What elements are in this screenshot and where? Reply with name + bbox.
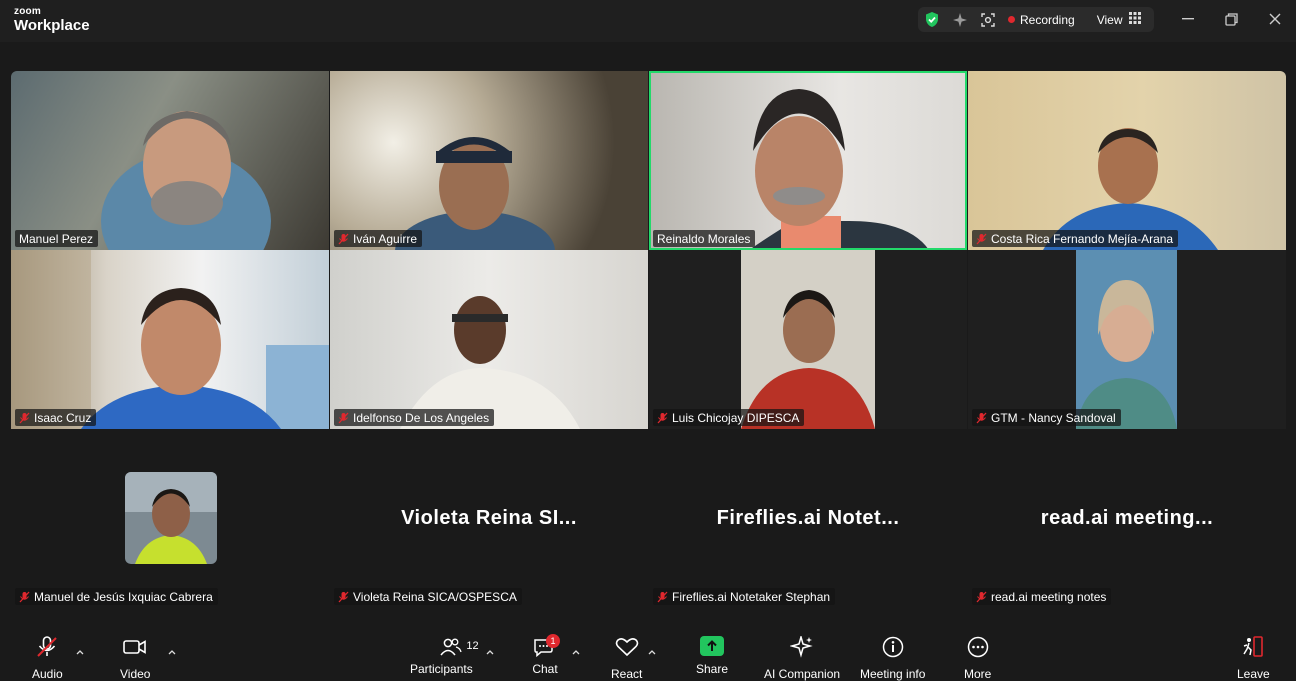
brand-top: zoom [14, 6, 41, 17]
video-gallery: Manuel Perez Iván Aguirre Reinaldo Moral… [0, 42, 1296, 628]
video-options-chevron-up-icon[interactable] [168, 642, 176, 660]
participant-name-tag: Iván Aguirre [334, 230, 423, 247]
shield-check-icon[interactable] [918, 7, 946, 32]
minimize-icon[interactable] [1174, 8, 1202, 30]
chat-unread-badge: 1 [546, 634, 560, 648]
participants-options-chevron-up-icon[interactable] [486, 642, 494, 660]
heart-icon [614, 636, 640, 663]
video-tile[interactable]: Fireflies.ai Notet... Fireflies.ai Notet… [649, 429, 967, 608]
participant-name-tag: Idelfonso De Los Angeles [334, 409, 495, 426]
participant-name-tag: Isaac Cruz [15, 409, 97, 426]
participant-video [1076, 250, 1177, 429]
participant-name-tag: GTM - Nancy Sandoval [972, 409, 1121, 426]
meeting-info-button[interactable]: Meeting info [860, 636, 925, 681]
avatar [125, 472, 217, 564]
restore-icon[interactable] [1217, 8, 1245, 30]
muted-mic-icon [19, 591, 30, 603]
view-button[interactable]: View [1097, 13, 1123, 27]
audio-button[interactable]: Audio [32, 636, 63, 681]
participant-video [395, 137, 555, 250]
ai-companion-button[interactable]: AI Companion [764, 634, 841, 681]
participant-video [101, 111, 271, 250]
sparkle-icon[interactable] [946, 7, 974, 32]
muted-mic-icon [976, 233, 987, 245]
participants-count: 12 [466, 640, 479, 652]
muted-mic-icon [976, 591, 987, 603]
muted-mic-icon [338, 233, 349, 245]
participant-name-tag: Luis Chicojay DIPESCA [653, 409, 805, 426]
video-tile[interactable]: Luis Chicojay DIPESCA [649, 250, 967, 429]
share-button[interactable]: Share [696, 636, 728, 676]
more-dots-icon [966, 636, 990, 663]
video-tile[interactable]: Manuel de Jesús Ixquiac Cabrera [11, 429, 329, 608]
muted-mic-icon [19, 412, 30, 424]
participant-display-name: Violeta Reina SI... [401, 507, 577, 529]
chat-options-chevron-up-icon[interactable] [572, 642, 580, 660]
participant-name-tag: Manuel de Jesús Ixquiac Cabrera [15, 588, 218, 605]
video-tile[interactable]: read.ai meeting... read.ai meeting notes [968, 429, 1286, 608]
title-bar: zoom Workplace Recording View [0, 0, 1296, 42]
leave-door-icon [1241, 636, 1265, 663]
brand-bottom: Workplace [14, 17, 90, 34]
muted-mic-icon [338, 412, 349, 424]
participant-display-name: Fireflies.ai Notet... [716, 507, 900, 529]
video-tile[interactable]: Costa Rica Fernando Mejía-Arana [968, 71, 1286, 250]
meeting-toolbar: Audio Video 12 Participants 1 Chat React [0, 628, 1296, 681]
video-label: Video [120, 667, 151, 681]
react-button[interactable]: React [611, 636, 642, 681]
video-tile[interactable]: Iván Aguirre [330, 71, 648, 250]
meeting-status-bar: Recording View [918, 7, 1154, 32]
participant-display-name: read.ai meeting... [1040, 507, 1214, 529]
close-icon[interactable] [1261, 8, 1289, 30]
info-icon [881, 636, 905, 663]
video-tile[interactable]: Idelfonso De Los Angeles [330, 250, 648, 429]
more-button[interactable]: More [964, 636, 991, 681]
participants-icon: 12 [421, 636, 479, 658]
ai-sparkle-icon [789, 634, 814, 663]
audio-label: Audio [32, 667, 63, 681]
chat-bubble-icon: 1 [532, 634, 560, 658]
participant-name-tag: Costa Rica Fernando Mejía-Arana [972, 230, 1179, 247]
video-tile[interactable]: Manuel Perez [11, 71, 329, 250]
recording-label[interactable]: Recording [1020, 13, 1075, 27]
muted-mic-icon [976, 412, 987, 424]
participant-name-tag: Reinaldo Morales [653, 230, 756, 247]
participant-name-tag: read.ai meeting notes [972, 588, 1112, 605]
participant-name-tag: Fireflies.ai Notetaker Stephan [653, 588, 836, 605]
participant-video [11, 250, 329, 429]
video-button[interactable]: Video [120, 636, 150, 681]
zoom-logo: zoom Workplace [14, 6, 90, 34]
video-tile[interactable]: Violeta Reina SI... Violeta Reina SICA/O… [330, 429, 648, 608]
leave-button[interactable]: Leave [1237, 636, 1270, 681]
participant-video [1043, 128, 1218, 250]
video-tile[interactable]: Reinaldo Morales [649, 71, 967, 250]
muted-mic-icon [338, 591, 349, 603]
participant-name-tag: Violeta Reina SICA/OSPESCA [334, 588, 522, 605]
participant-video [400, 296, 580, 429]
grid-icon[interactable] [1128, 11, 1141, 29]
video-camera-icon [122, 636, 148, 663]
share-screen-icon [700, 636, 725, 656]
react-label: React [611, 667, 643, 681]
video-tile[interactable]: GTM - Nancy Sandoval [968, 250, 1286, 429]
react-options-chevron-up-icon[interactable] [648, 642, 656, 660]
chat-button[interactable]: 1 Chat [532, 634, 560, 676]
apps-icon[interactable] [974, 7, 1002, 32]
recording-dot-icon [1008, 16, 1015, 23]
meeting-info-label: Meeting info [860, 667, 926, 681]
audio-options-chevron-up-icon[interactable] [76, 642, 84, 660]
participants-button[interactable]: 12 Participants [410, 636, 479, 676]
video-tile[interactable]: Isaac Cruz [11, 250, 329, 429]
leave-label: Leave [1237, 667, 1270, 681]
muted-mic-icon [657, 591, 668, 603]
participant-video [749, 89, 929, 250]
muted-mic-icon [657, 412, 668, 424]
participant-video [741, 250, 875, 429]
ai-companion-label: AI Companion [764, 667, 841, 681]
participant-name-tag: Manuel Perez [15, 230, 99, 247]
more-label: More [964, 667, 992, 681]
muted-mic-icon [35, 636, 59, 663]
